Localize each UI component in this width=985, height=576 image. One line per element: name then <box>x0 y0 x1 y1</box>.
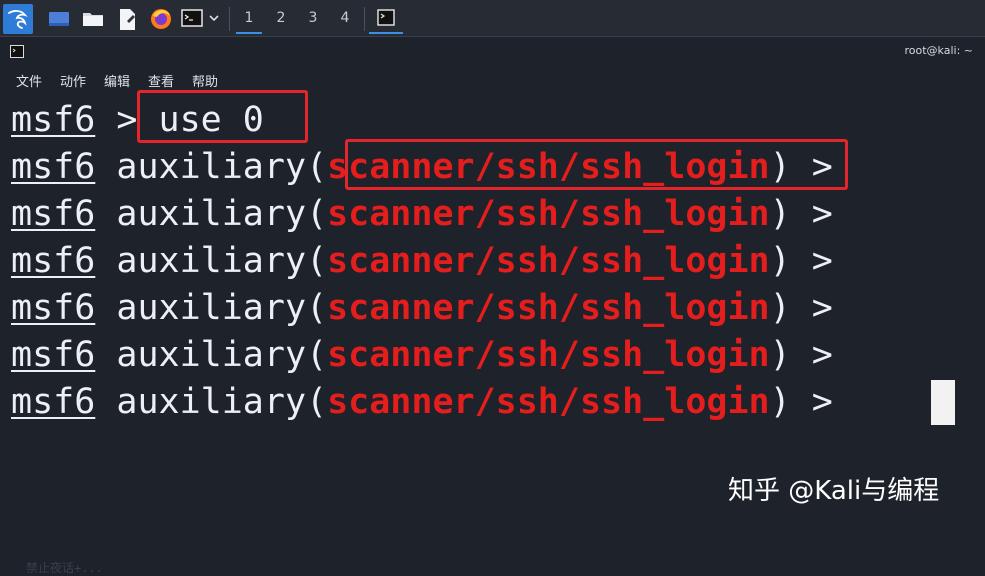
terminal-line: msf6 auxiliary(scanner/ssh/ssh_login) > <box>11 191 833 237</box>
workspace-3[interactable]: 3 <box>298 4 328 32</box>
module-name: scanner/ssh/ssh_login <box>327 194 770 234</box>
context-prefix: auxiliary( <box>95 241 328 281</box>
context-suffix: ) > <box>769 241 833 281</box>
file-manager-button[interactable] <box>80 4 106 32</box>
highlight-box-use-command <box>137 90 308 143</box>
msf-prompt: msf6 <box>11 288 96 328</box>
kali-dragon-icon <box>8 10 28 29</box>
module-name: scanner/ssh/ssh_login <box>327 241 770 281</box>
terminal-line: msf6 auxiliary(scanner/ssh/ssh_login) > <box>11 332 833 378</box>
workspace-1[interactable]: 1 <box>234 4 264 34</box>
context-prefix: auxiliary( <box>95 382 328 422</box>
terminal-icon <box>181 9 203 27</box>
terminal-icon <box>10 45 24 58</box>
text-cursor <box>931 380 955 425</box>
window-titlebar[interactable]: root@kali: ~ <box>0 37 985 67</box>
task-terminal-window[interactable] <box>369 4 403 34</box>
msf-prompt: msf6 <box>11 382 96 422</box>
terminal-line: msf6 auxiliary(scanner/ssh/ssh_login) > <box>11 238 833 284</box>
text-editor-button[interactable] <box>114 4 140 32</box>
watermark: 知乎 @Kali与编程 <box>728 476 940 506</box>
ghost-background-text: 禁止夜话+... <box>26 561 103 575</box>
taskbar: 1 2 3 4 <box>0 0 985 37</box>
firefox-icon <box>151 9 171 29</box>
context-suffix: ) > <box>769 382 833 422</box>
msf-prompt: msf6 <box>11 100 96 140</box>
context-suffix: ) > <box>769 335 833 375</box>
context-suffix: ) > <box>769 194 833 234</box>
module-name: scanner/ssh/ssh_login <box>327 335 770 375</box>
terminal-line: msf6 auxiliary(scanner/ssh/ssh_login) > <box>11 285 833 331</box>
context-prefix: auxiliary( <box>95 335 328 375</box>
msf-prompt: msf6 <box>11 335 96 375</box>
menu-file[interactable]: 文件 <box>16 71 42 90</box>
context-prefix: auxiliary( <box>95 288 328 328</box>
msf-prompt: msf6 <box>11 147 96 187</box>
terminal-line: msf6 auxiliary(scanner/ssh/ssh_login) > <box>11 379 833 425</box>
menu-view[interactable]: 查看 <box>148 71 174 90</box>
window-title: root@kali: ~ <box>904 44 973 57</box>
workspace-4[interactable]: 4 <box>330 4 360 32</box>
msf-prompt: msf6 <box>11 194 96 234</box>
module-name: scanner/ssh/ssh_login <box>327 382 770 422</box>
context-prefix: auxiliary( <box>95 147 328 187</box>
context-suffix: ) > <box>769 288 833 328</box>
msf-prompt: msf6 <box>11 241 96 281</box>
menu-help[interactable]: 帮助 <box>192 71 218 90</box>
desktop-icon <box>49 12 69 26</box>
launcher-dropdown[interactable] <box>206 4 222 32</box>
workspace-2[interactable]: 2 <box>266 4 296 32</box>
highlight-box-module <box>345 139 848 190</box>
folder-icon <box>83 13 103 26</box>
terminal-launcher-button[interactable] <box>180 4 204 32</box>
kali-menu-button[interactable] <box>3 4 33 34</box>
menu-action[interactable]: 动作 <box>60 71 86 90</box>
terminal-icon <box>377 9 395 26</box>
text-editor-icon <box>120 9 135 30</box>
menu-edit[interactable]: 编辑 <box>104 71 130 90</box>
taskbar-separator <box>364 7 365 31</box>
firefox-button[interactable] <box>148 4 174 32</box>
show-desktop-button[interactable] <box>46 4 72 32</box>
taskbar-separator <box>229 7 230 31</box>
module-name: scanner/ssh/ssh_login <box>327 288 770 328</box>
chevron-down-icon <box>209 15 219 22</box>
context-prefix: auxiliary( <box>95 194 328 234</box>
